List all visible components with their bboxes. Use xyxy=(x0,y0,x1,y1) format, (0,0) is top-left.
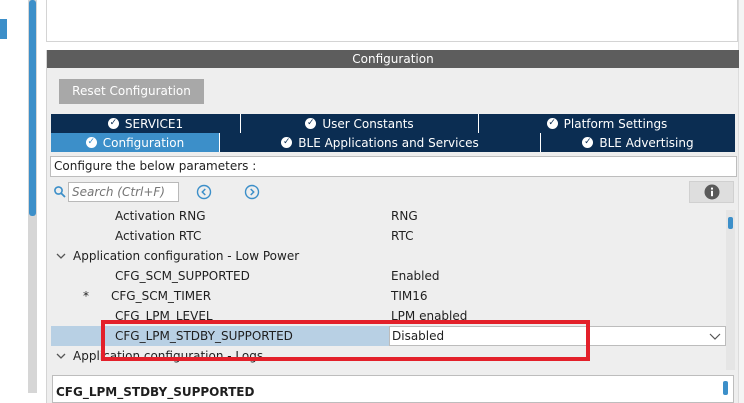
tab-service1[interactable]: ✓ SERVICE1 xyxy=(51,114,241,133)
check-circle-icon: ✓ xyxy=(107,118,119,129)
tree-scrollbar-track[interactable] xyxy=(726,210,735,370)
parameter-value: RNG xyxy=(391,209,418,223)
reset-configuration-button[interactable]: Reset Configuration xyxy=(59,79,204,104)
modified-marker: * xyxy=(83,289,89,303)
value-dropdown[interactable]: Disabled xyxy=(389,326,726,346)
chevron-down-icon[interactable] xyxy=(56,346,66,366)
tab-label: User Constants xyxy=(322,116,414,131)
description-title: CFG_LPM_STDBY_SUPPORTED xyxy=(56,385,255,399)
left-accent-marker xyxy=(0,19,7,39)
next-result-icon[interactable] xyxy=(244,184,260,200)
check-circle-icon: ✓ xyxy=(305,118,317,129)
parameter-name: Activation RTC xyxy=(115,229,202,243)
tree-group-low-power[interactable]: Application configuration - Low Power xyxy=(51,246,726,266)
group-name: Application configuration - Logs xyxy=(73,349,264,363)
left-scrollbar-thumb[interactable] xyxy=(29,0,36,216)
parameter-name: CFG_LPM_LEVEL xyxy=(115,309,213,323)
tab-label: Configuration xyxy=(102,135,185,150)
parameter-value: LPM enabled xyxy=(391,309,468,323)
tree-row-cfg-lpm-stdby-supported[interactable]: CFG_LPM_STDBY_SUPPORTED Disabled xyxy=(51,326,726,346)
tab-label: BLE Applications and Services xyxy=(298,135,479,150)
tab-platform-settings[interactable]: ✓ Platform Settings xyxy=(479,114,735,133)
tabs-row-bottom: ✓ Configuration ✓ BLE Applications and S… xyxy=(51,133,735,152)
info-button[interactable] xyxy=(689,181,734,203)
parameter-tree: Activation RNG RNG Activation RTC RTC Ap… xyxy=(51,206,726,374)
group-name: Application configuration - Low Power xyxy=(73,249,300,263)
tab-ble-applications-and-services[interactable]: ✓ BLE Applications and Services xyxy=(220,133,541,152)
tab-label: Platform Settings xyxy=(563,116,668,131)
info-icon xyxy=(704,184,719,200)
dropdown-selected-value: Disabled xyxy=(392,329,445,343)
parameter-name: CFG_SCM_SUPPORTED xyxy=(115,269,250,283)
parameter-name: CFG_LPM_STDBY_SUPPORTED xyxy=(115,329,293,343)
parameter-value: TIM16 xyxy=(391,289,428,303)
check-circle-icon: ✓ xyxy=(582,137,594,148)
chevron-down-icon[interactable] xyxy=(56,246,66,266)
tree-row-cfg-lpm-level[interactable]: CFG_LPM_LEVEL LPM enabled xyxy=(51,306,726,326)
previous-result-icon[interactable] xyxy=(196,184,212,200)
tabs-row-top: ✓ SERVICE1 ✓ User Constants ✓ Platform S… xyxy=(51,114,735,133)
check-circle-icon: ✓ xyxy=(85,137,97,148)
tree-row-cfg-scm-supported[interactable]: CFG_SCM_SUPPORTED Enabled xyxy=(51,266,726,286)
configure-parameters-label: Configure the below parameters : xyxy=(50,156,737,177)
search-input[interactable] xyxy=(68,182,179,202)
configuration-panel: Configuration Reset Configuration ✓ SERV… xyxy=(46,50,739,403)
tab-configuration[interactable]: ✓ Configuration xyxy=(51,133,220,152)
tab-user-constants[interactable]: ✓ User Constants xyxy=(241,114,479,133)
search-icon[interactable] xyxy=(53,185,67,199)
parameter-name: CFG_SCM_TIMER xyxy=(111,289,212,303)
tree-scrollbar-thumb[interactable] xyxy=(728,217,733,229)
tab-label: BLE Advertising xyxy=(599,135,694,150)
tab-ble-advertising[interactable]: ✓ BLE Advertising xyxy=(541,133,735,152)
parameter-value: RTC xyxy=(391,229,414,243)
tree-row-cfg-scm-timer[interactable]: * CFG_SCM_TIMER TIM16 xyxy=(51,286,726,306)
check-circle-icon: ✓ xyxy=(281,137,293,148)
top-pane xyxy=(46,0,738,42)
tree-group-logs[interactable]: Application configuration - Logs xyxy=(51,346,726,366)
parameter-name: Activation RNG xyxy=(115,209,206,223)
tree-row-activation-rtc[interactable]: Activation RTC RTC xyxy=(51,226,726,246)
check-circle-icon: ✓ xyxy=(546,118,558,129)
parameter-value: Enabled xyxy=(391,269,440,283)
panel-header-title: Configuration xyxy=(47,50,739,68)
chevron-down-icon[interactable] xyxy=(709,329,721,343)
left-gutter xyxy=(0,0,46,403)
description-pane: CFG_LPM_STDBY_SUPPORTED xyxy=(52,375,734,403)
tab-label: SERVICE1 xyxy=(124,116,184,131)
tree-row-activation-rng[interactable]: Activation RNG RNG xyxy=(51,206,726,226)
description-scrollbar-thumb[interactable] xyxy=(723,381,728,395)
